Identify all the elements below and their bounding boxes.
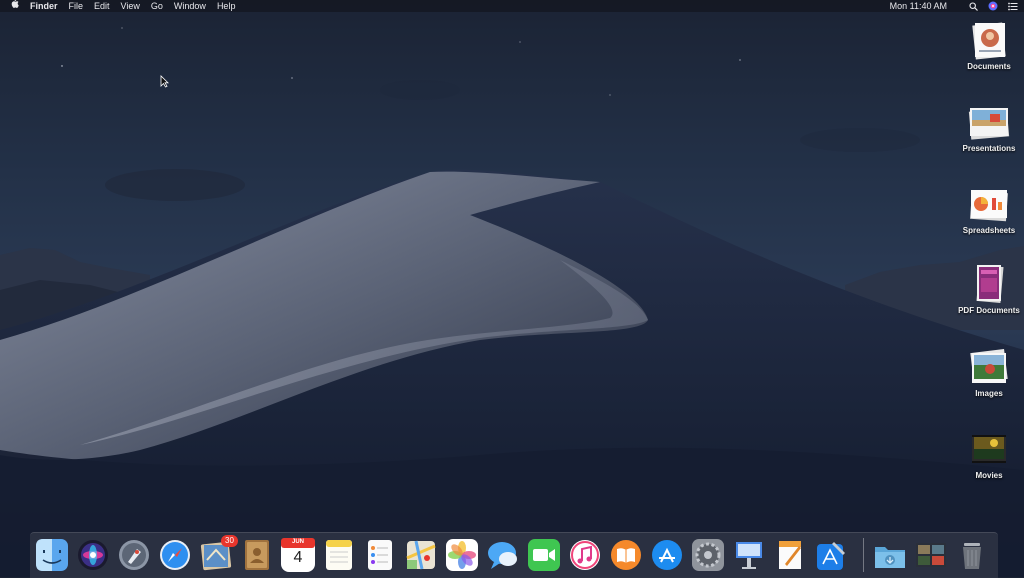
menu-file[interactable]: File [69,0,84,12]
documents-stack-icon [966,20,1012,60]
dock-ibooks-icon[interactable] [609,538,643,572]
dock-recent-images-stack-icon[interactable] [914,538,948,572]
desktop-stack-images[interactable]: Images [954,347,1024,398]
dock-photos-icon[interactable] [445,538,479,572]
desktop-icon-label: PDF Documents [958,306,1020,315]
dock-trash-icon[interactable] [955,538,989,572]
desktop-icon-label: Presentations [962,144,1016,153]
calendar-day: 4 [293,549,303,566]
dock-separator [863,538,864,572]
siri-icon[interactable] [988,1,998,11]
desktop-stack-presentations[interactable]: Presentations [954,102,1024,153]
dock-mail-icon[interactable]: 30 [199,535,238,572]
spreadsheets-stack-icon [966,184,1012,224]
menu-edit[interactable]: Edit [94,0,110,12]
menu-go[interactable]: Go [151,0,163,12]
desktop-icon-label: Documents [967,62,1011,71]
desktop-stack-spreadsheets[interactable]: Spreadsheets [954,184,1024,235]
dock-downloads-folder-icon[interactable] [873,538,907,572]
dock-itunes-icon[interactable] [568,538,602,572]
desktop-icon-label: Movies [975,471,1003,480]
images-stack-icon [966,347,1012,387]
dock-notes-icon[interactable] [322,538,356,572]
search-icon[interactable] [969,1,978,11]
menu-help[interactable]: Help [217,0,236,12]
dock-facetime-icon[interactable] [527,538,561,572]
pdf-documents-stack-icon [966,264,1012,304]
desktop-stack-pdf-documents[interactable]: PDF Documents [954,264,1024,315]
dock-pages-icon[interactable] [773,538,807,572]
calendar-month: JUN [291,539,304,545]
desktop-stack-documents[interactable]: Documents [954,20,1024,71]
dock-xcode-icon[interactable] [814,538,848,572]
dock-reminders-icon[interactable] [363,538,397,572]
dock-safari-icon[interactable] [158,538,192,572]
desktop-icon-label: Spreadsheets [962,226,1016,235]
menu-clock[interactable]: Mon 11:40 AM [890,0,947,12]
dock-launchpad-icon[interactable] [117,538,151,572]
dock-keynote-icon[interactable] [732,538,766,572]
mail-unread-badge: 30 [221,535,238,547]
menu-window[interactable]: Window [174,0,206,12]
dock-finder-icon[interactable] [35,538,69,572]
dock-system-preferences-icon[interactable] [691,538,725,572]
notification-center-icon[interactable] [1008,2,1018,11]
menu-app-finder[interactable]: Finder [30,0,58,12]
desktop-wallpaper [0,27,1024,577]
movies-stack-icon [966,429,1012,469]
dock-messages-icon[interactable] [486,538,520,572]
desktop-icon-label: Images [975,389,1003,398]
apple-menu-icon[interactable] [8,0,20,13]
dock-siri-icon[interactable] [76,538,110,572]
presentations-stack-icon [966,102,1012,142]
menu-view[interactable]: View [121,0,140,12]
menu-bar: Finder File Edit View Go Window Help Mon… [0,0,1024,12]
desktop-stack-movies[interactable]: Movies [954,429,1024,480]
dock-app-store-icon[interactable] [650,538,684,572]
dock-contacts-icon[interactable] [240,538,274,572]
dock-calendar-icon[interactable]: JUN 4 [281,538,315,572]
dock-maps-icon[interactable] [404,538,438,572]
mouse-cursor-icon [160,75,169,88]
